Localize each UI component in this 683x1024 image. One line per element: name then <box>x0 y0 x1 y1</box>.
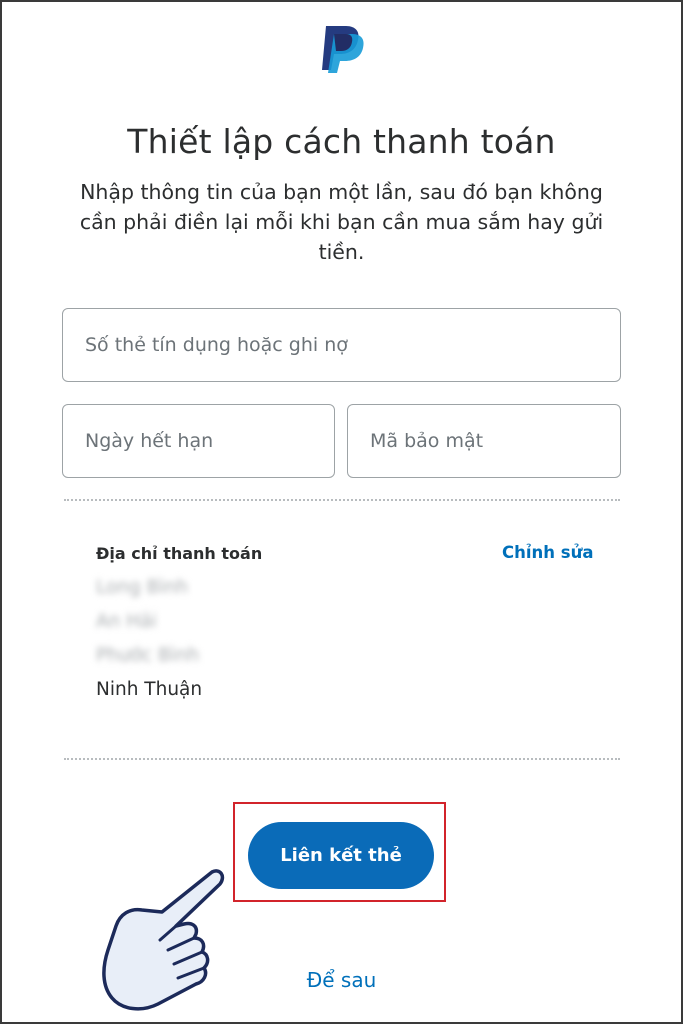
billing-address-label: Địa chỉ thanh toán <box>96 544 263 563</box>
address-line-3: Phước Bình <box>96 645 200 666</box>
link-card-button[interactable]: Liên kết thẻ <box>248 822 434 889</box>
paypal-logo-icon <box>322 26 364 73</box>
security-code-input[interactable] <box>347 404 621 478</box>
address-line-province: Ninh Thuận <box>96 679 203 700</box>
address-line-1: Long Bình <box>96 577 188 598</box>
page-title: Thiết lập cách thanh toán <box>127 122 556 161</box>
page-subtitle: Nhập thông tin của bạn một lần, sau đó b… <box>79 180 604 264</box>
address-line-2: An Hải <box>96 611 157 632</box>
expiry-date-input[interactable] <box>62 404 335 478</box>
divider <box>64 499 620 501</box>
card-number-input[interactable] <box>62 308 621 382</box>
later-link[interactable]: Để sau <box>0 968 683 992</box>
divider <box>64 758 620 760</box>
edit-address-link[interactable]: Chỉnh sửa <box>502 543 593 562</box>
